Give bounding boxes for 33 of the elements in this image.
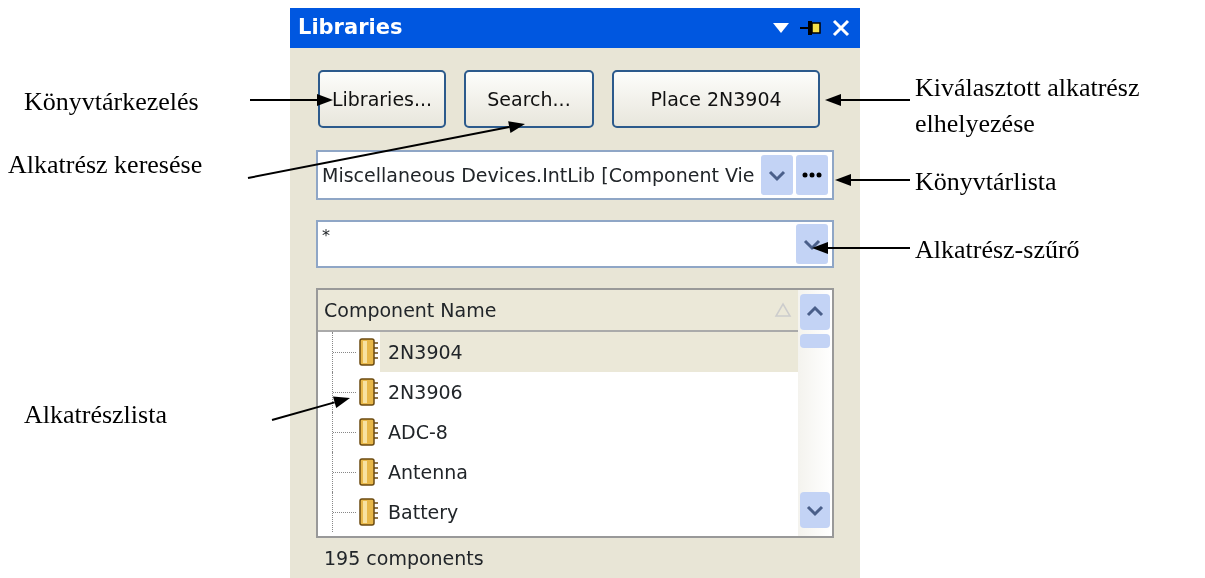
search-button[interactable]: Search... bbox=[464, 70, 594, 128]
filter-field[interactable]: * bbox=[316, 220, 834, 268]
panel-title: Libraries bbox=[298, 14, 404, 42]
browse-button[interactable] bbox=[796, 155, 828, 195]
filter-value: * bbox=[322, 225, 331, 247]
annotation-label: Könyvtárkezelés bbox=[23, 86, 200, 118]
scroll-up-button[interactable] bbox=[800, 294, 830, 330]
annotation-label: Alkatrész-szűrő bbox=[915, 234, 1081, 266]
close-icon[interactable] bbox=[830, 17, 852, 39]
column-header[interactable]: Component Name bbox=[318, 290, 798, 332]
libraries-button[interactable]: Libraries... bbox=[318, 70, 446, 128]
component-item[interactable]: 2N3904 bbox=[380, 332, 798, 372]
place-button[interactable]: Place 2N3904 bbox=[612, 70, 820, 128]
component-item[interactable]: Battery bbox=[380, 492, 798, 532]
scroll-down-button[interactable] bbox=[800, 492, 830, 528]
status-text: 195 components bbox=[324, 546, 485, 571]
component-item[interactable]: 2N3906 bbox=[380, 372, 798, 412]
annotation-label: Alkatrész keresése bbox=[7, 149, 204, 181]
scroll-thumb[interactable] bbox=[800, 334, 830, 348]
column-header-label: Component Name bbox=[324, 297, 498, 323]
annotation-label: Könyvtárlista bbox=[915, 166, 1058, 198]
library-dropdown[interactable]: Miscellaneous Devices.IntLib [Component Vie bbox=[316, 150, 834, 200]
dropdown-value: Miscellaneous Devices.IntLib [Component Vie bbox=[322, 162, 756, 188]
annotation-label: Kiválasztott alkatrész elhelyezése bbox=[915, 72, 1141, 140]
component-icon bbox=[356, 458, 380, 486]
component-item[interactable]: Antenna bbox=[380, 452, 798, 492]
component-icon bbox=[356, 418, 380, 446]
component-item[interactable]: ADC-8 bbox=[380, 412, 798, 452]
sort-icon bbox=[774, 301, 792, 319]
component-icon bbox=[356, 338, 380, 366]
annotation-label: Alkatrészlista bbox=[23, 399, 168, 431]
component-icon bbox=[356, 498, 380, 526]
component-icon bbox=[356, 378, 380, 406]
